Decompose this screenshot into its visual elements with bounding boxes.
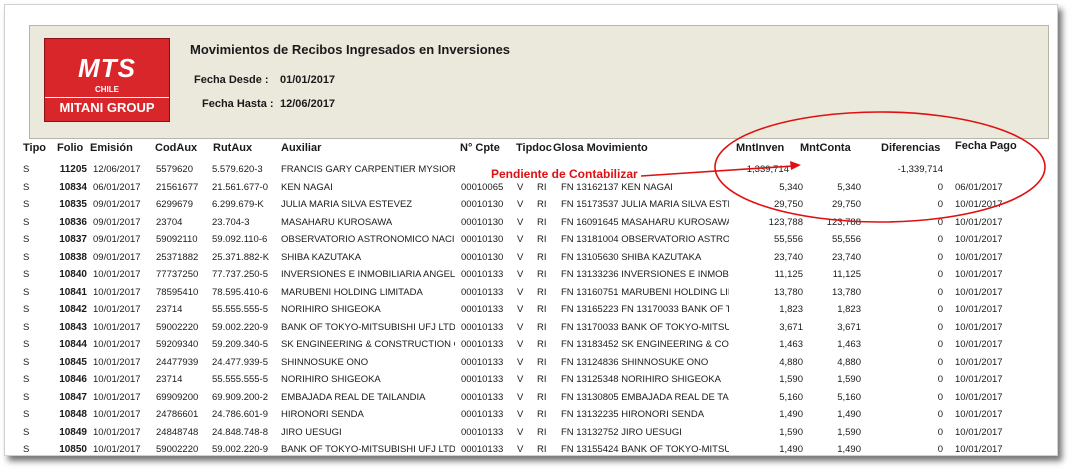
pending-annotation: Pendiente de Contabilizar bbox=[491, 167, 638, 181]
annotation-arrow-head bbox=[790, 161, 801, 170]
annotation-overlay bbox=[640, 111, 1046, 223]
report-page: MTS CHILE MITANI GROUP Movimientos de Re… bbox=[4, 4, 1058, 456]
highlight-ellipse bbox=[714, 111, 1046, 223]
